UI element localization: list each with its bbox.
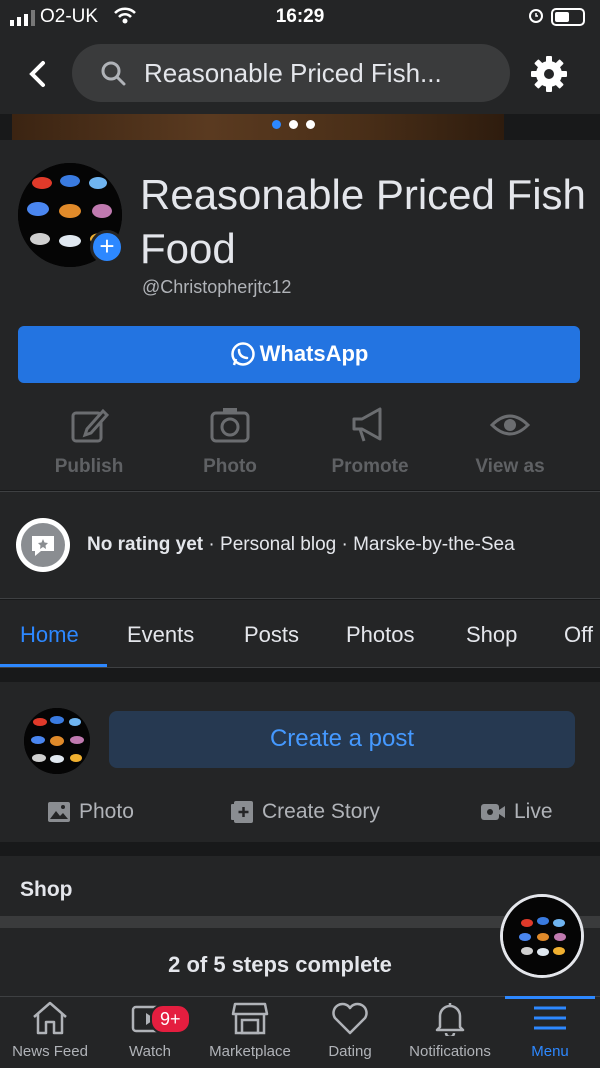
camera-icon bbox=[210, 408, 250, 443]
search-text: Reasonable Priced Fish... bbox=[144, 58, 442, 88]
photo-quick-label: Photo bbox=[79, 800, 134, 823]
fish-collage-image bbox=[24, 708, 90, 774]
edit-icon bbox=[71, 408, 110, 443]
rating-badge[interactable] bbox=[16, 518, 70, 572]
live-action[interactable]: Live bbox=[480, 800, 553, 824]
nav-menu-label: Menu bbox=[531, 1043, 569, 1060]
separator-dot: · bbox=[341, 534, 354, 555]
photo-icon bbox=[48, 802, 70, 823]
floating-avatar-bubble[interactable] bbox=[500, 894, 584, 978]
status-bar: O2-UK 16:29 bbox=[0, 0, 600, 36]
nav-notifications[interactable]: Notifications bbox=[400, 1000, 500, 1060]
whatsapp-label: WhatsApp bbox=[259, 341, 369, 366]
create-story-action[interactable]: Create Story bbox=[230, 800, 380, 824]
separator-dot: · bbox=[208, 534, 221, 555]
promote-action[interactable]: Promote bbox=[300, 405, 440, 478]
shop-title: Shop bbox=[20, 878, 73, 901]
divider bbox=[0, 667, 600, 668]
publish-label: Publish bbox=[54, 456, 124, 477]
storefront-icon bbox=[231, 1002, 269, 1035]
view-as-action[interactable]: View as bbox=[440, 405, 580, 478]
home-icon bbox=[33, 1001, 67, 1035]
review-star-icon bbox=[32, 536, 54, 556]
location-text: Marske-by-the-Sea bbox=[353, 534, 515, 555]
nav-marketplace-label: Marketplace bbox=[209, 1043, 291, 1060]
tab-posts[interactable]: Posts bbox=[244, 622, 299, 648]
whatsapp-button[interactable]: WhatsApp bbox=[18, 326, 580, 383]
composer-avatar[interactable] bbox=[24, 708, 90, 774]
tab-home[interactable]: Home bbox=[20, 622, 79, 648]
steps-text: 2 of 5 steps complete bbox=[168, 952, 392, 977]
photo-label: Photo bbox=[203, 456, 257, 477]
nav-dating-label: Dating bbox=[328, 1043, 372, 1060]
search-bar[interactable]: Reasonable Priced Fish... bbox=[72, 44, 510, 102]
promote-label: Promote bbox=[331, 456, 409, 477]
page-info-text: No rating yet · Personal blog · Marske-b… bbox=[87, 534, 515, 556]
cover-photo[interactable] bbox=[12, 114, 504, 140]
page-handle: @Christopherjtc12 bbox=[142, 277, 292, 297]
rating-text: No rating yet bbox=[87, 534, 204, 555]
gear-icon[interactable] bbox=[529, 54, 569, 94]
back-icon[interactable] bbox=[26, 60, 48, 88]
search-icon bbox=[101, 61, 126, 86]
create-post-button[interactable]: Create a post bbox=[109, 711, 575, 768]
battery-icon bbox=[551, 8, 585, 26]
nav-dating[interactable]: Dating bbox=[300, 1000, 400, 1060]
eye-icon bbox=[489, 414, 531, 436]
cover-pagination bbox=[272, 116, 323, 134]
watch-notification-badge: 9+ bbox=[150, 1004, 191, 1034]
nav-news-feed-label: News Feed bbox=[12, 1043, 88, 1060]
nav-watch-label: Watch bbox=[129, 1043, 171, 1060]
nav-news-feed[interactable]: News Feed bbox=[0, 1000, 100, 1060]
add-photo-icon[interactable]: + bbox=[90, 230, 124, 264]
heart-icon bbox=[332, 1002, 368, 1035]
nav-notifications-label: Notifications bbox=[409, 1043, 491, 1060]
nav-marketplace[interactable]: Marketplace bbox=[200, 1000, 300, 1060]
nav-menu[interactable]: Menu bbox=[500, 1000, 600, 1060]
tab-photos[interactable]: Photos bbox=[346, 622, 415, 648]
bell-icon bbox=[435, 1003, 465, 1039]
divider bbox=[0, 598, 600, 599]
hamburger-menu-icon bbox=[534, 1006, 566, 1030]
page-title: Reasonable Priced Fish Food bbox=[140, 171, 586, 272]
tab-shop[interactable]: Shop bbox=[466, 622, 517, 648]
live-label: Live bbox=[514, 800, 553, 823]
photo-quick-action[interactable]: Photo bbox=[47, 800, 134, 824]
create-story-label: Create Story bbox=[262, 800, 380, 823]
clock: 16:29 bbox=[275, 6, 325, 27]
megaphone-icon bbox=[352, 407, 382, 442]
photo-action[interactable]: Photo bbox=[160, 405, 300, 478]
story-plus-icon bbox=[231, 801, 253, 824]
whatsapp-icon bbox=[230, 342, 255, 366]
category-text: Personal blog bbox=[220, 534, 337, 555]
view-as-label: View as bbox=[475, 456, 545, 477]
active-nav-indicator bbox=[505, 996, 595, 999]
fish-collage-image bbox=[503, 897, 581, 975]
publish-action[interactable]: Publish bbox=[19, 405, 159, 478]
tab-offers[interactable]: Off bbox=[564, 622, 593, 648]
tab-events[interactable]: Events bbox=[127, 622, 194, 648]
create-post-label: Create a post bbox=[269, 725, 415, 752]
video-camera-icon bbox=[481, 804, 505, 821]
alarm-icon bbox=[529, 9, 543, 23]
